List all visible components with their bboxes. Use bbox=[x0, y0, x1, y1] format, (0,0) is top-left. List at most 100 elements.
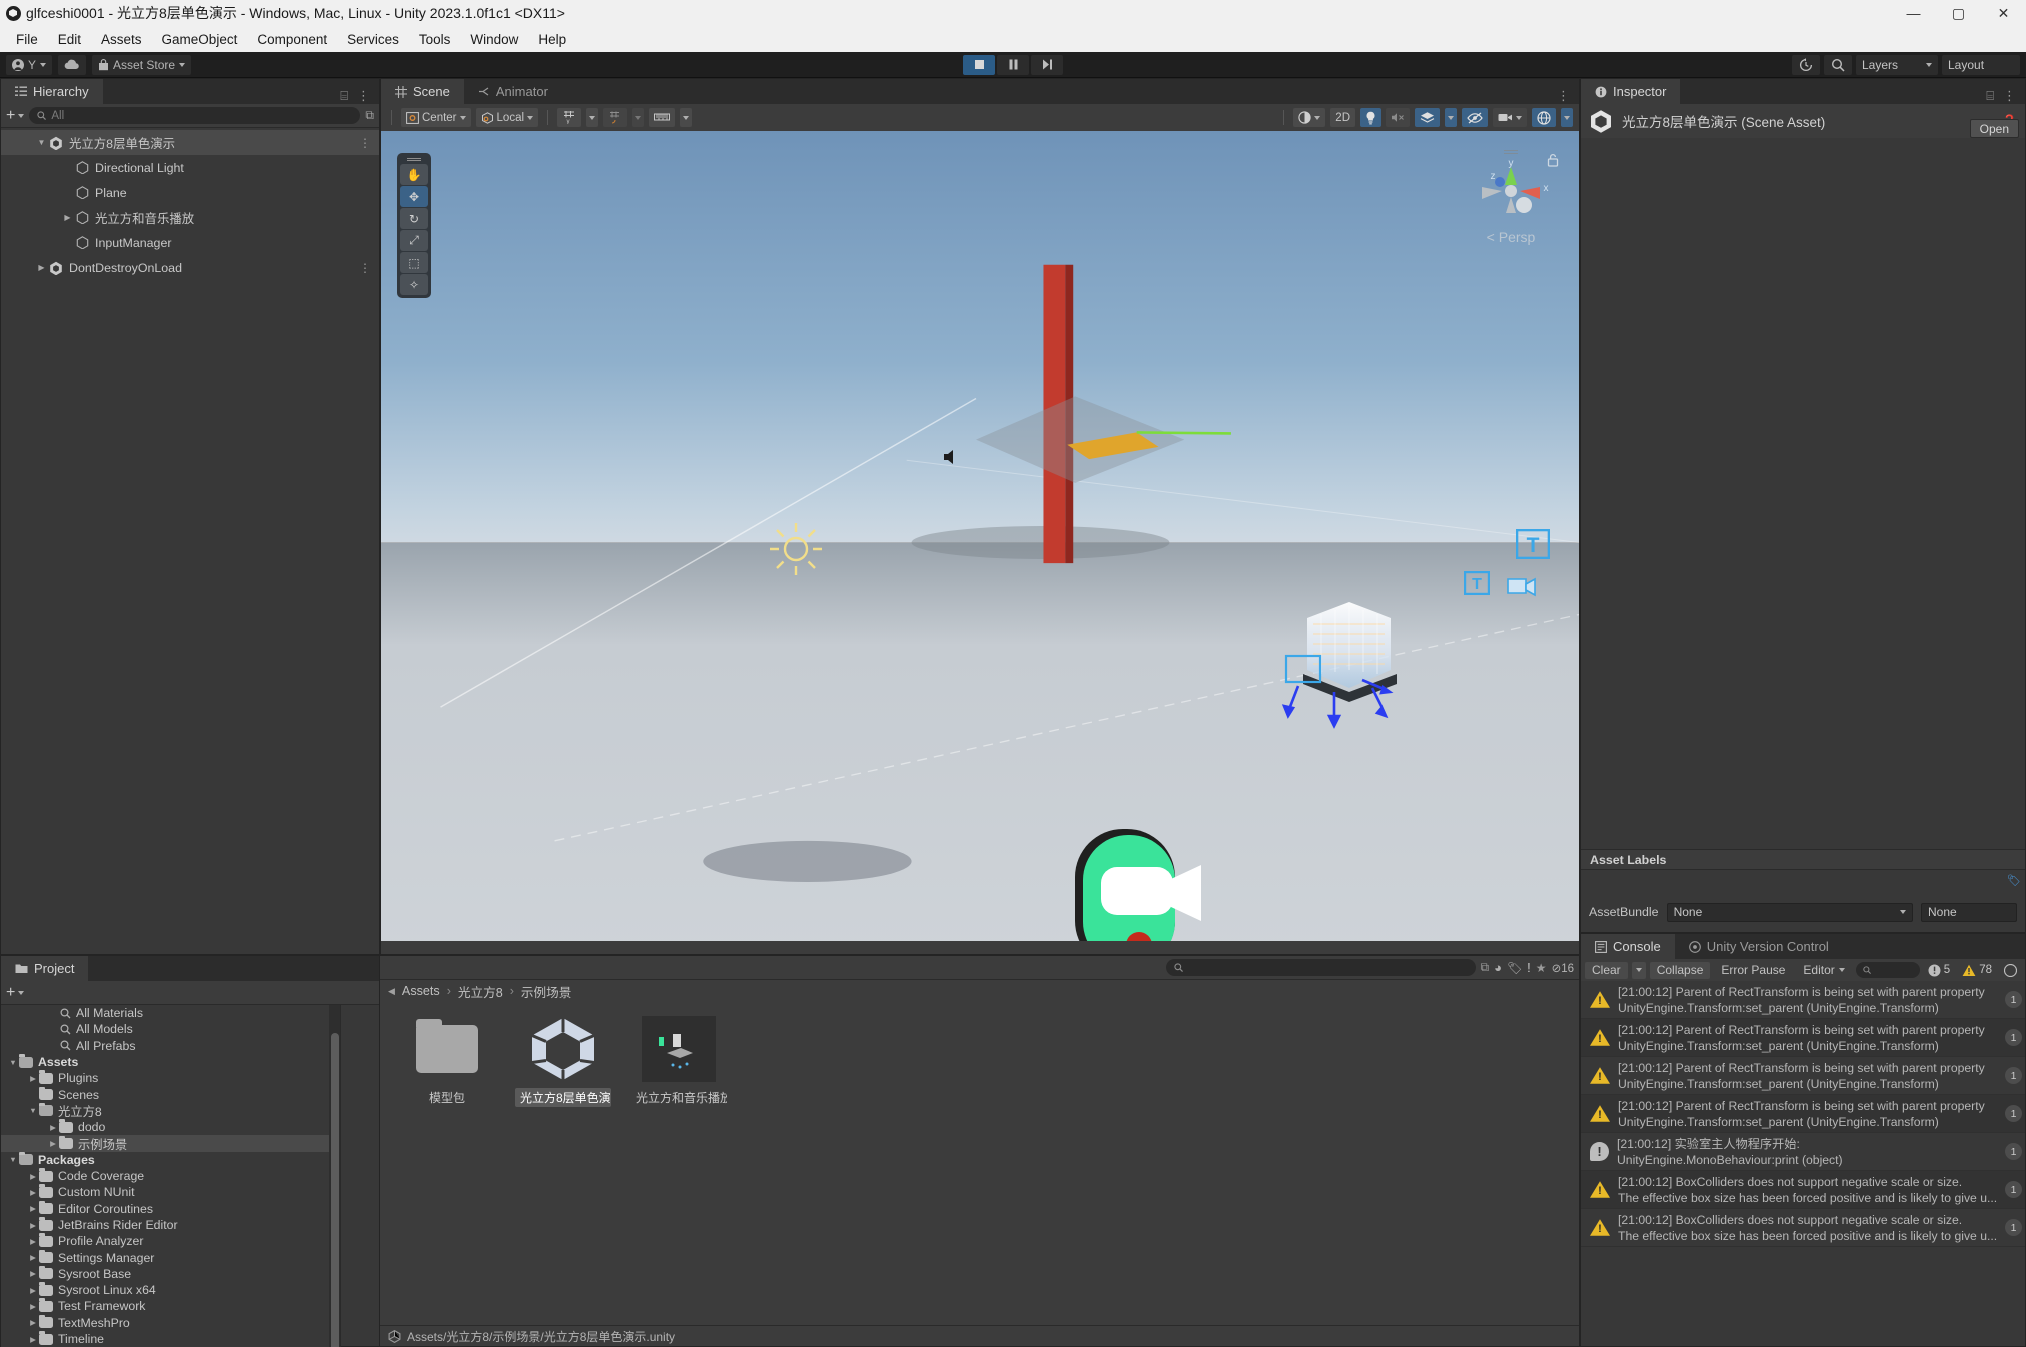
asset-store-button[interactable]: Asset Store bbox=[92, 54, 192, 75]
hierarchy-search-input[interactable]: All bbox=[29, 107, 361, 124]
transform-tool[interactable]: ✧ bbox=[400, 274, 428, 295]
expand-arrow-icon[interactable]: ▶ bbox=[27, 1269, 39, 1278]
undo-history-button[interactable] bbox=[1792, 54, 1820, 75]
assetbundle-dropdown[interactable]: None bbox=[1666, 902, 1913, 922]
console-clear-dropdown[interactable] bbox=[1631, 961, 1646, 979]
text-gizmo-1[interactable]: T bbox=[1516, 529, 1550, 559]
hierarchy-item-0[interactable]: ▼ 光立方8层单色演示 ⋮ bbox=[1, 130, 379, 155]
expand-arrow-icon[interactable]: ▶ bbox=[27, 1204, 39, 1213]
hierarchy-item-4[interactable]: InputManager bbox=[1, 230, 379, 255]
scene-effects-dropdown[interactable] bbox=[1445, 108, 1457, 127]
project-tree-item-17[interactable]: ▶ Sysroot Base bbox=[1, 1265, 340, 1282]
close-button[interactable]: ✕ bbox=[1981, 0, 2026, 26]
project-tree-item-16[interactable]: ▶ Settings Manager bbox=[1, 1249, 340, 1265]
snap-increment-button[interactable] bbox=[603, 108, 628, 127]
gizmos-button[interactable] bbox=[1532, 108, 1556, 127]
project-search-input[interactable] bbox=[1165, 959, 1476, 976]
expand-arrow-icon[interactable]: ▶ bbox=[35, 263, 48, 272]
tab-console[interactable]: Console bbox=[1581, 934, 1675, 959]
scene-lock-icon[interactable] bbox=[1547, 153, 1559, 167]
project-tree-scrollbar[interactable] bbox=[329, 1005, 340, 1347]
project-tree-item-8[interactable]: ▶ dodo bbox=[1, 1119, 340, 1135]
grid-snap-dropdown[interactable] bbox=[586, 108, 599, 127]
project-hidden-count[interactable]: ⊘16 bbox=[1552, 961, 1574, 975]
menu-item-help[interactable]: Help bbox=[528, 28, 576, 51]
expand-arrow-icon[interactable]: ▼ bbox=[7, 1155, 19, 1164]
menu-item-assets[interactable]: Assets bbox=[91, 28, 152, 51]
tab-animator[interactable]: Animator bbox=[463, 79, 562, 104]
expand-arrow-icon[interactable]: ▶ bbox=[27, 1221, 39, 1230]
ruler-dropdown[interactable] bbox=[680, 108, 693, 127]
menu-item-file[interactable]: File bbox=[6, 28, 48, 51]
step-button[interactable] bbox=[1031, 54, 1063, 75]
console-collapse-button[interactable]: Collapse bbox=[1649, 961, 1711, 979]
scale-tool[interactable]: ⤢ bbox=[400, 230, 428, 251]
scene-audio-button[interactable] bbox=[1386, 108, 1410, 127]
expand-arrow-icon[interactable]: ▶ bbox=[61, 213, 74, 222]
project-filter-type-icon[interactable]: ◕ bbox=[1494, 960, 1502, 975]
hierarchy-add-button[interactable]: + bbox=[6, 107, 25, 125]
project-tree-item-11[interactable]: ▶ Code Coverage bbox=[1, 1168, 340, 1184]
expand-arrow-icon[interactable]: ▶ bbox=[27, 1286, 39, 1295]
console-message-1[interactable]: ! [21:00:12] Parent of RectTransform is b… bbox=[1581, 1019, 2025, 1057]
project-tree-item-19[interactable]: ▶ Test Framework bbox=[1, 1298, 340, 1314]
project-tree-item-13[interactable]: ▶ Editor Coroutines bbox=[1, 1200, 340, 1217]
play-button[interactable] bbox=[963, 54, 995, 75]
project-tree-item-15[interactable]: ▶ Profile Analyzer bbox=[1, 1233, 340, 1249]
text-gizmo-2[interactable]: T bbox=[1464, 571, 1490, 595]
expand-arrow-icon[interactable]: ▶ bbox=[27, 1237, 39, 1246]
asset-tile-list[interactable]: 模型包 光立方8层单色演示 光立方和音乐播放 bbox=[380, 1002, 1579, 1121]
tab-project[interactable]: Project bbox=[1, 956, 89, 981]
inspector-lock-icon[interactable]: ⌸ bbox=[1986, 88, 1994, 104]
hierarchy-lock-icon[interactable]: ⌸ bbox=[340, 88, 348, 104]
project-favorite-icon[interactable]: ★ bbox=[1536, 961, 1547, 975]
scene-effects-button[interactable] bbox=[1415, 108, 1440, 127]
tool-palette-grip[interactable] bbox=[400, 156, 428, 163]
project-tree-item-18[interactable]: ▶ Sysroot Linux x64 bbox=[1, 1282, 340, 1298]
scene-lighting-button[interactable] bbox=[1360, 108, 1381, 127]
console-log-badge[interactable] bbox=[2000, 963, 2021, 977]
tab-version-control[interactable]: Unity Version Control bbox=[1674, 934, 1843, 959]
cloud-button[interactable] bbox=[58, 54, 87, 75]
asset-tile-2[interactable]: 光立方和音乐播放 bbox=[634, 1016, 727, 1107]
console-clear-button[interactable]: Clear bbox=[1585, 961, 1628, 979]
expand-arrow-icon[interactable]: ▶ bbox=[27, 1074, 39, 1083]
camera-gizmo-small[interactable] bbox=[1504, 571, 1538, 603]
project-tree-item-7[interactable]: ▼ 光立方8 bbox=[1, 1102, 340, 1119]
project-warning-filter-icon[interactable]: ! bbox=[1527, 960, 1531, 975]
console-editor-dropdown[interactable]: Editor bbox=[1796, 962, 1851, 979]
scene-menu-icon[interactable]: ⋮ bbox=[1557, 88, 1570, 104]
project-folder-tree[interactable]: All Materials All Models All Prefabs ▼ Asset… bbox=[1, 1005, 341, 1347]
main-camera-object[interactable] bbox=[1061, 821, 1241, 954]
project-tree-item-6[interactable]: Scenes bbox=[1, 1086, 340, 1102]
projection-mode-label[interactable]: < Persp bbox=[1487, 229, 1536, 245]
expand-arrow-icon[interactable]: ▶ bbox=[27, 1253, 39, 1262]
directional-light-gizmo[interactable] bbox=[766, 519, 826, 579]
project-tree-item-21[interactable]: ▶ Timeline bbox=[1, 1331, 340, 1347]
asset-tile-0[interactable]: 模型包 bbox=[402, 1016, 492, 1107]
minimize-button[interactable]: — bbox=[1891, 0, 1936, 26]
hand-tool[interactable]: ✋ bbox=[400, 164, 428, 185]
console-message-list[interactable]: ! [21:00:12] Parent of RectTransform is b… bbox=[1581, 981, 2025, 1346]
hierarchy-tree[interactable]: ▼ 光立方8层单色演示 ⋮ Directional Light Plane ▶ 光立方和音乐… bbox=[1, 128, 379, 954]
console-message-0[interactable]: ! [21:00:12] Parent of RectTransform is b… bbox=[1581, 981, 2025, 1019]
console-message-4[interactable]: ! [21:00:12] 实验室主人物程序开始: UnityEngine.MonoB… bbox=[1581, 1133, 2025, 1171]
project-tree-item-4[interactable]: ▼ Assets bbox=[1, 1054, 340, 1070]
pause-button[interactable] bbox=[997, 54, 1029, 75]
assetbundle-variant-dropdown[interactable]: None bbox=[1921, 902, 2017, 922]
project-add-button[interactable]: + bbox=[6, 984, 25, 1002]
breadcrumb-item-0[interactable]: Assets bbox=[402, 984, 440, 998]
layout-dropdown[interactable]: Layout bbox=[1942, 54, 2020, 75]
project-tree-item-2[interactable]: All Prefabs bbox=[1, 1038, 340, 1054]
hierarchy-item-1[interactable]: Directional Light bbox=[1, 155, 379, 180]
move-gizmo[interactable] bbox=[1276, 646, 1406, 736]
project-tree-item-9[interactable]: ▶ 示例场景 bbox=[1, 1135, 340, 1152]
expand-arrow-icon[interactable]: ▶ bbox=[47, 1139, 59, 1148]
tab-inspector[interactable]: Inspector bbox=[1581, 79, 1681, 104]
hierarchy-item-2[interactable]: Plane bbox=[1, 180, 379, 205]
project-asset-grid[interactable]: ◀ Assets › 光立方8 › 示例场景 模型包 光立方8层单色演示 光立方和音乐播放 bbox=[380, 980, 1579, 1325]
hierarchy-expand-icon[interactable]: ⧉ bbox=[365, 108, 374, 123]
console-search-input[interactable] bbox=[1855, 962, 1920, 978]
project-search-expand-icon[interactable]: ⧉ bbox=[1481, 960, 1490, 975]
console-error-badge[interactable]: 5 bbox=[1924, 964, 1954, 977]
